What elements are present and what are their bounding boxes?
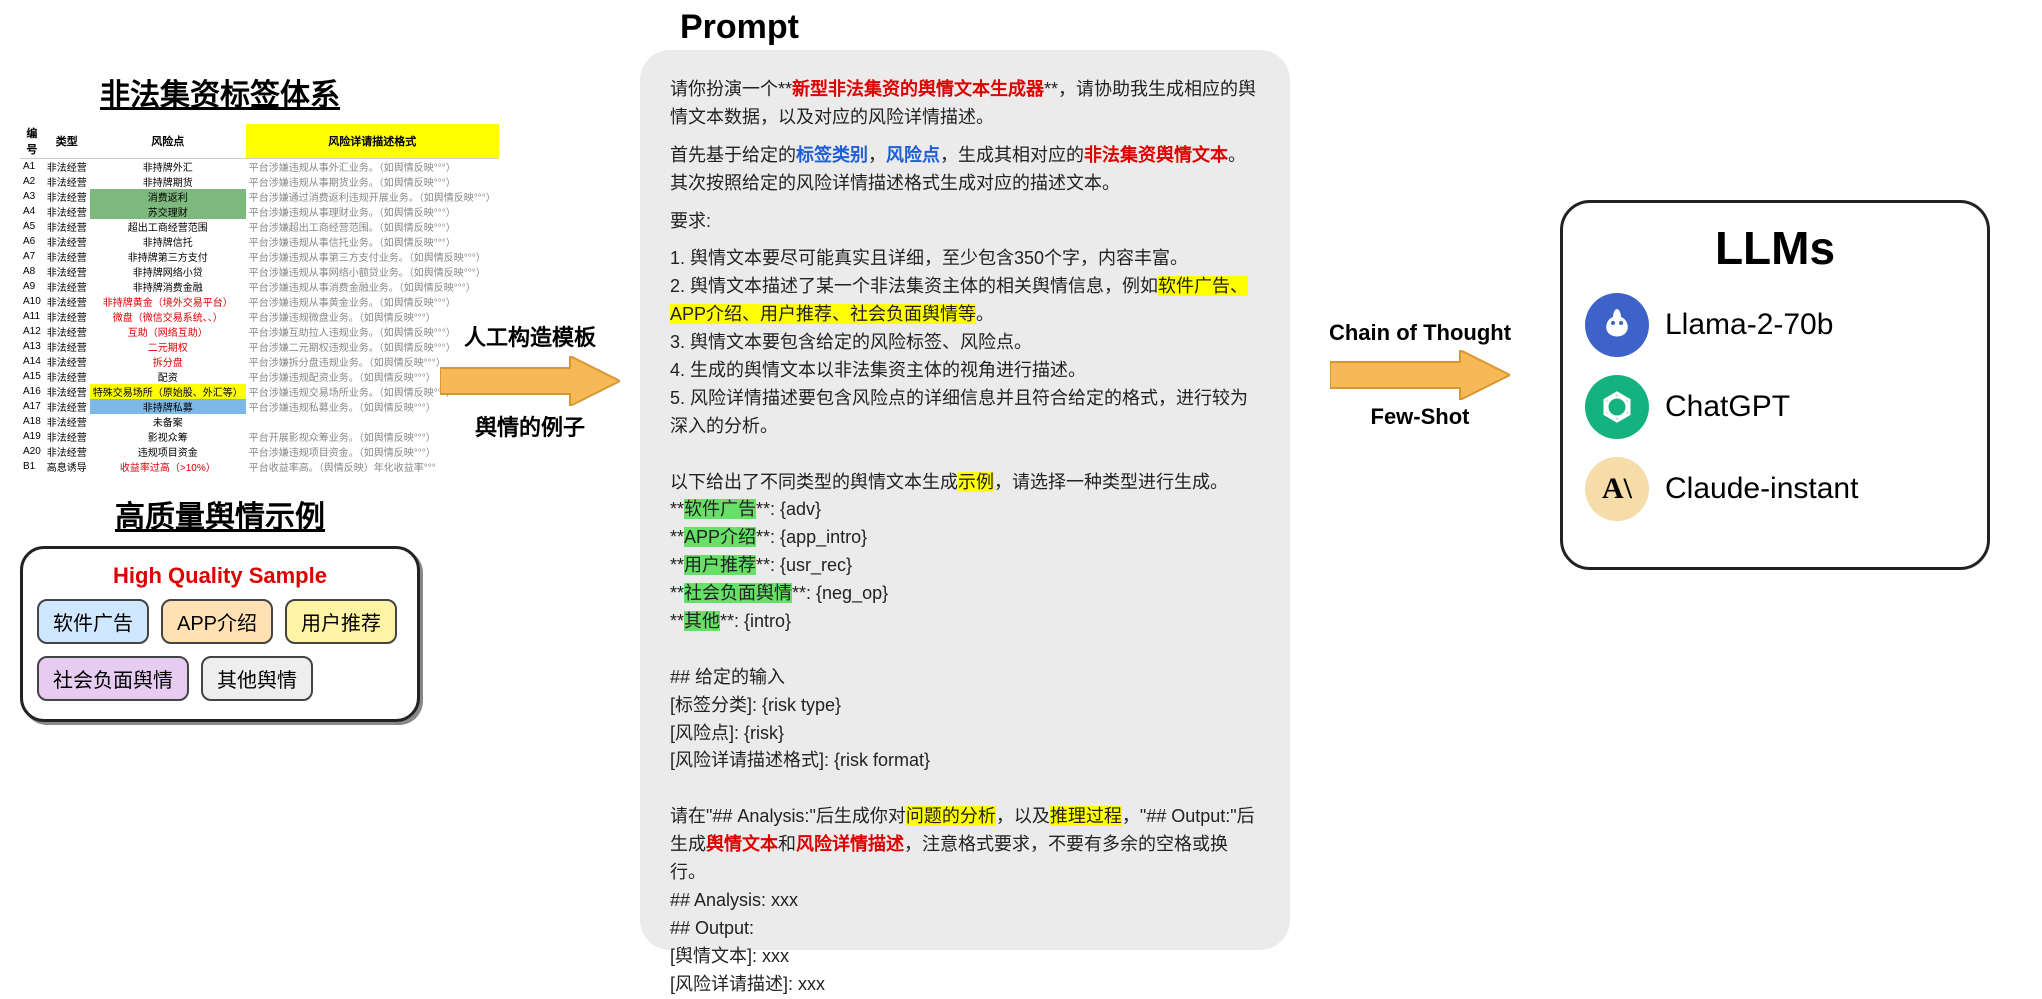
llms-panel: LLMs Llama-2-70b ChatGPT A\ Claude-insta… [1560,200,1990,570]
table-row: A1非法经营非持牌外汇平台涉嫌违规从事外汇业务。（如舆情反映°°°） [20,159,499,175]
llm-name: ChatGPT [1665,390,1790,424]
table-row: A18非法经营未备案 [20,414,499,429]
requirements-head: 要求: [670,208,1260,236]
llm-name: Claude-instant [1665,472,1858,506]
input-1: [标签分类]: {risk type} [670,692,1260,720]
table-row: A11非法经营微盘（微信交易系统、、）平台涉嫌违规微盘业务。（如舆情反映°°°） [20,309,499,324]
example-4: **社会负面舆情**: {neg_op} [670,580,1260,608]
tag-system-title: 非法集资标签体系 [20,70,420,114]
table-row: A9非法经营非持牌消费金融平台涉嫌违规从事消费金融业务。（如舆情反映°°°） [20,279,499,294]
badge-app-intro: APP介绍 [161,599,273,644]
high-quality-sample-box: High Quality Sample 软件广告 APP介绍 用户推荐 社会负面… [20,546,420,722]
table-row: A2非法经营非持牌期货平台涉嫌违规从事期货业务。（如舆情反映°°°） [20,174,499,189]
table-row: A20非法经营违规项目资金平台涉嫌违规项目资金。（如舆情反映°°°） [20,444,499,459]
left-column: 非法集资标签体系 编号 类型 风险点 风险详请描述格式 A1非法经营非持牌外汇平… [20,70,420,722]
th-id: 编号 [20,124,44,159]
example-3: **用户推荐**: {usr_rec} [670,552,1260,580]
table-row: B1高息诱导收益率过高（>10%）平台收益率高。（舆情反映）年化收益率°°° [20,459,499,474]
example-5: **其他**: {intro} [670,608,1260,636]
tag-system-table: 编号 类型 风险点 风险详请描述格式 A1非法经营非持牌外汇平台涉嫌违规从事外汇… [20,124,499,474]
badge-other: 其他舆情 [201,656,313,701]
arrow-icon [1330,350,1510,400]
llm-item-claude: A\ Claude-instant [1585,457,1965,521]
req-5: 5. 风险详情描述要包含风险点的详细信息并且符合给定的格式，进行较为深入的分析。 [670,385,1260,441]
table-row: A5非法经营超出工商经营范围平台涉嫌超出工商经营范围。（如舆情反映°°°） [20,219,499,234]
llama-icon [1585,293,1649,357]
table-row: A3非法经营消费返利平台涉嫌通过消费返利违规开展业务。（如舆情反映°°°） [20,189,499,204]
llms-title: LLMs [1585,221,1965,275]
arrow-icon [440,356,620,406]
table-row: A17非法经营非持牌私募平台涉嫌违规私募业务。（如舆情反映°°°） [20,399,499,414]
table-row: A16非法经营特殊交易场所（原始股、外汇等）平台涉嫌违规交易场所业务。（如舆情反… [20,384,499,399]
table-row: A13非法经营二元期权平台涉嫌二元期权违规业务。（如舆情反映°°°） [20,339,499,354]
table-row: A8非法经营非持牌网络小贷平台涉嫌违规从事网络小额贷业务。（如舆情反映°°°） [20,264,499,279]
req-2: 2. 舆情文本描述了某一个非法集资主体的相关舆情信息，例如软件广告、APP介绍、… [670,273,1260,329]
arrow-prompt-to-llms: Chain of Thought Few-Shot [1300,320,1540,430]
arrow2-bottom-label: Few-Shot [1300,404,1540,430]
output-instruction: 请在"## Analysis:"后生成你对问题的分析，以及推理过程，"## Ou… [670,803,1260,887]
arrow-left-to-prompt: 人工构造模板 舆情的例子 [430,320,630,430]
out-output: ## Output: [670,915,1260,943]
prompt-line-1: 请你扮演一个**新型非法集资的舆情文本生成器**，请协助我生成相应的舆情文本数据… [670,76,1260,132]
badge-software-ad: 软件广告 [37,599,149,644]
out-text: [舆情文本]: xxx [670,943,1260,971]
table-row: A10非法经营非持牌黄金（境外交易平台）平台涉嫌违规从事黄金业务。（如舆情反映°… [20,294,499,309]
example-1: **软件广告**: {adv} [670,496,1260,524]
chatgpt-icon [1585,375,1649,439]
table-row: A14非法经营拆分盘平台涉嫌拆分盘违规业务。（如舆情反映°°°） [20,354,499,369]
sample-title: 高质量舆情示例 [20,492,420,536]
table-row: A15非法经营配资平台涉嫌违规配资业务。（如舆情反映°°°） [20,369,499,384]
input-3: [风险详请描述格式]: {risk format} [670,747,1260,775]
prompt-title: Prompt [680,8,799,47]
table-row: A19非法经营影视众筹平台开展影视众筹业务。（如舆情反映°°°） [20,429,499,444]
table-row: A7非法经营非持牌第三方支付平台涉嫌违规从事第三方支付业务。（如舆情反映°°°） [20,249,499,264]
prompt-line-2: 首先基于给定的标签类别，风险点，生成其相对应的非法集资舆情文本。其次按照给定的风… [670,142,1260,198]
arrow2-top-label: Chain of Thought [1300,320,1540,346]
badge-row: 软件广告 APP介绍 用户推荐 社会负面舆情 其他舆情 [37,599,403,701]
example-2: **APP介绍**: {app_intro} [670,524,1260,552]
out-analysis: ## Analysis: xxx [670,887,1260,915]
input-head: ## 给定的输入 [670,664,1260,692]
badge-neg-op: 社会负面舆情 [37,656,189,701]
out-risk: [风险详请描述]: xxx [670,971,1260,999]
llm-name: Llama-2-70b [1665,308,1833,342]
example-head: 以下给出了不同类型的舆情文本生成示例，请选择一种类型进行生成。 [670,469,1260,497]
req-1: 1. 舆情文本要尽可能真实且详细，至少包含350个字，内容丰富。 [670,245,1260,273]
th-type: 类型 [44,124,90,159]
table-row: A6非法经营非持牌信托平台涉嫌违规从事信托业务。（如舆情反映°°°） [20,234,499,249]
arrow1-top-label: 人工构造模板 [430,320,630,352]
input-2: [风险点]: {risk} [670,720,1260,748]
table-row: A12非法经营互助（网络互助）平台涉嫌互助拉人违规业务。（如舆情反映°°°） [20,324,499,339]
llm-item-chatgpt: ChatGPT [1585,375,1965,439]
badge-user-rec: 用户推荐 [285,599,397,644]
hq-label: High Quality Sample [37,563,403,589]
th-risk: 风险点 [90,124,246,159]
th-desc: 风险详请描述格式 [246,124,499,159]
req-4: 4. 生成的舆情文本以非法集资主体的视角进行描述。 [670,357,1260,385]
claude-icon: A\ [1585,457,1649,521]
prompt-panel: 请你扮演一个**新型非法集资的舆情文本生成器**，请协助我生成相应的舆情文本数据… [640,50,1290,950]
arrow1-bottom-label: 舆情的例子 [430,410,630,442]
llm-item-llama: Llama-2-70b [1585,293,1965,357]
table-row: A4非法经营苏交理财平台涉嫌违规从事理财业务。（如舆情反映°°°） [20,204,499,219]
req-3: 3. 舆情文本要包含给定的风险标签、风险点。 [670,329,1260,357]
